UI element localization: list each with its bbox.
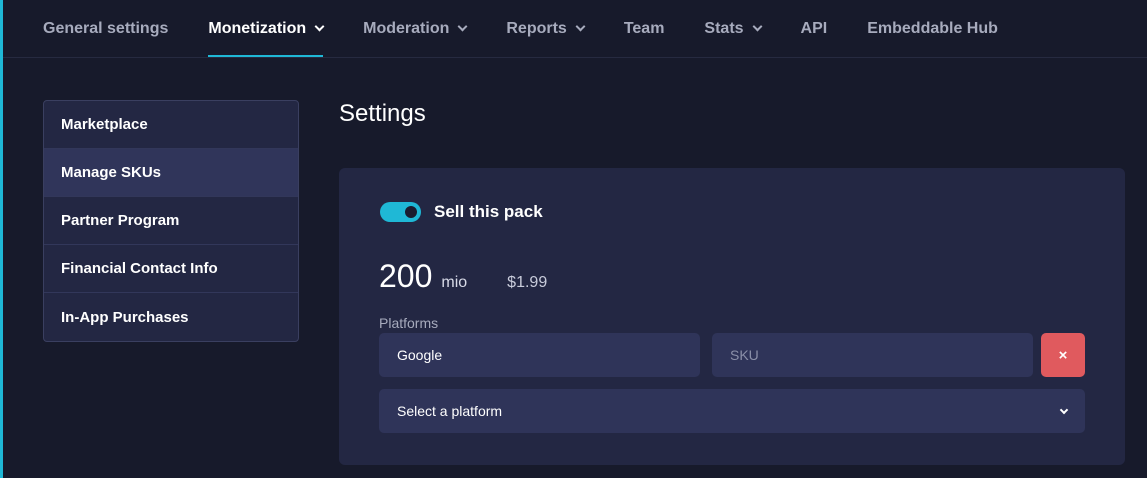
page-title: Settings [339, 100, 426, 127]
sidebar-item-in-app-purchases[interactable]: In-App Purchases [44, 293, 298, 341]
nav-monetization[interactable]: Monetization [208, 0, 325, 57]
platform-select-placeholder: Select a platform [397, 403, 503, 419]
sell-toggle-row: Sell this pack [380, 202, 543, 222]
platforms-label: Platforms [379, 315, 439, 331]
nav-label: Monetization [208, 19, 307, 37]
nav-label: Moderation [363, 19, 450, 37]
sidebar-item-financial-contact-info[interactable]: Financial Contact Info [44, 245, 298, 293]
chevron-down-icon [457, 21, 468, 32]
chevron-down-icon [1059, 405, 1069, 414]
nav-label: Stats [704, 19, 744, 37]
close-icon: × [1058, 346, 1068, 364]
chevron-down-icon [575, 21, 586, 32]
nav-team[interactable]: Team [624, 0, 665, 57]
chevron-down-icon [314, 21, 325, 32]
nav-general-settings[interactable]: General settings [43, 0, 168, 57]
platform-select[interactable]: Select a platform [379, 389, 1085, 433]
nav-label: API [800, 19, 828, 37]
nav-embeddable-hub[interactable]: Embeddable Hub [867, 0, 998, 57]
chevron-down-icon [752, 21, 762, 32]
sidebar-item-marketplace[interactable]: Marketplace [44, 101, 298, 149]
pack-amount: 200 [379, 258, 433, 294]
pack-amount-row: 200 mio $1.99 [379, 258, 547, 295]
remove-platform-button[interactable]: × [1041, 333, 1085, 377]
pack-price: $1.99 [507, 274, 548, 291]
sidebar-item-manage-skus[interactable]: Manage SKUs [44, 149, 298, 197]
nav-label: General settings [43, 19, 169, 37]
sidebar-item-partner-program[interactable]: Partner Program [44, 197, 298, 245]
nav-label: Embeddable Hub [867, 19, 998, 37]
toggle-knob [405, 206, 417, 218]
pack-unit: mio [441, 274, 468, 291]
nav-label: Reports [506, 19, 567, 37]
sku-input[interactable]: SKU [712, 333, 1033, 377]
nav-reports[interactable]: Reports [506, 0, 586, 57]
sell-pack-toggle[interactable] [380, 202, 421, 222]
sell-pack-label: Sell this pack [434, 202, 543, 221]
nav-stats[interactable]: Stats [704, 0, 762, 57]
pack-settings-card: Sell this pack 200 mio $1.99 Platforms G… [339, 168, 1125, 465]
left-accent-bar [0, 0, 3, 478]
nav-label: Team [623, 19, 665, 37]
platform-field[interactable]: Google [379, 333, 700, 377]
nav-moderation[interactable]: Moderation [363, 0, 468, 57]
sidebar-menu: Marketplace Manage SKUs Partner Program … [43, 100, 299, 342]
nav-api[interactable]: API [801, 0, 828, 57]
top-navigation: General settings Monetization Moderation… [3, 0, 1147, 58]
